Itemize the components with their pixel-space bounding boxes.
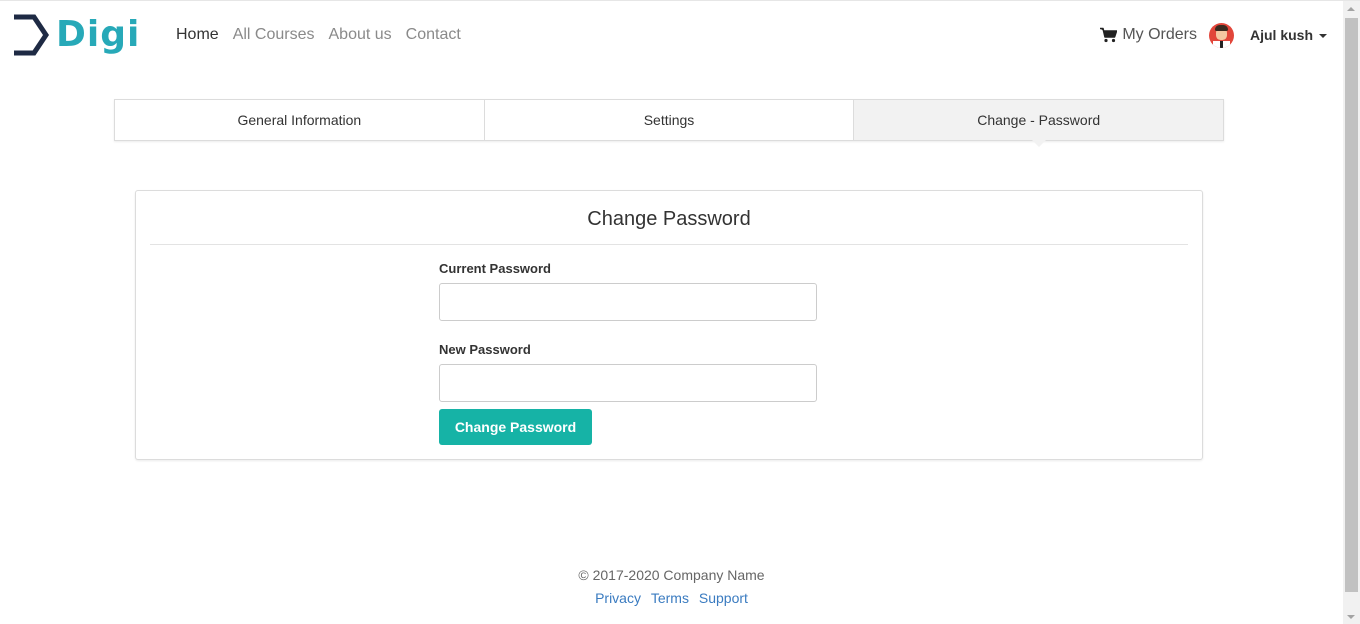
my-orders-link[interactable]: My Orders (1100, 26, 1197, 44)
current-password-input[interactable] (439, 283, 817, 321)
change-password-button[interactable]: Change Password (439, 409, 592, 445)
footer-link-terms[interactable]: Terms (651, 590, 689, 606)
nav-link-about-us[interactable]: About us (329, 25, 392, 45)
user-area: My Orders Ajul kush (1100, 19, 1327, 51)
divider (150, 244, 1188, 245)
cart-icon (1100, 27, 1118, 43)
main-nav: Home All Courses About us Contact (176, 25, 475, 45)
nav-link-home[interactable]: Home (176, 25, 219, 45)
navbar: Digi Home All Courses About us Contact M… (0, 1, 1343, 69)
brand-name: Digi (56, 14, 141, 55)
change-password-card: Change Password Current Password New Pas… (135, 190, 1203, 460)
scrollbar-thumb[interactable] (1345, 18, 1358, 592)
user-menu-toggle[interactable]: Ajul kush (1250, 27, 1327, 43)
new-password-label: New Password (439, 342, 531, 357)
page-scrollbar[interactable] (1343, 1, 1360, 624)
scroll-up-arrow-icon[interactable] (1347, 7, 1355, 11)
nav-link-all-courses[interactable]: All Courses (233, 25, 315, 45)
change-password-form: Current Password New Password Change Pas… (439, 261, 817, 445)
copyright: © 2017-2020 Company Name (578, 567, 765, 583)
current-password-label: Current Password (439, 261, 551, 276)
my-orders-label: My Orders (1122, 26, 1197, 43)
avatar[interactable] (1208, 22, 1234, 48)
nav-link-contact[interactable]: Contact (406, 25, 461, 45)
footer-links: Privacy Terms Support (0, 589, 1343, 607)
logo-chevron-icon (14, 14, 50, 56)
caret-down-icon (1319, 34, 1327, 38)
new-password-input[interactable] (439, 364, 817, 402)
footer-link-privacy[interactable]: Privacy (595, 590, 641, 606)
logo[interactable]: Digi (12, 13, 140, 57)
footer-link-support[interactable]: Support (699, 590, 748, 606)
tab-settings[interactable]: Settings (485, 100, 855, 140)
footer: © 2017-2020 Company Name Privacy Terms S… (0, 566, 1343, 607)
card-title: Change Password (587, 208, 751, 230)
tab-change-password[interactable]: Change - Password (854, 100, 1224, 147)
tab-general-information[interactable]: General Information (115, 100, 485, 140)
profile-tabs: General Information Settings Change - Pa… (114, 99, 1224, 147)
scroll-down-arrow-icon[interactable] (1347, 615, 1355, 619)
user-name: Ajul kush (1249, 27, 1313, 43)
